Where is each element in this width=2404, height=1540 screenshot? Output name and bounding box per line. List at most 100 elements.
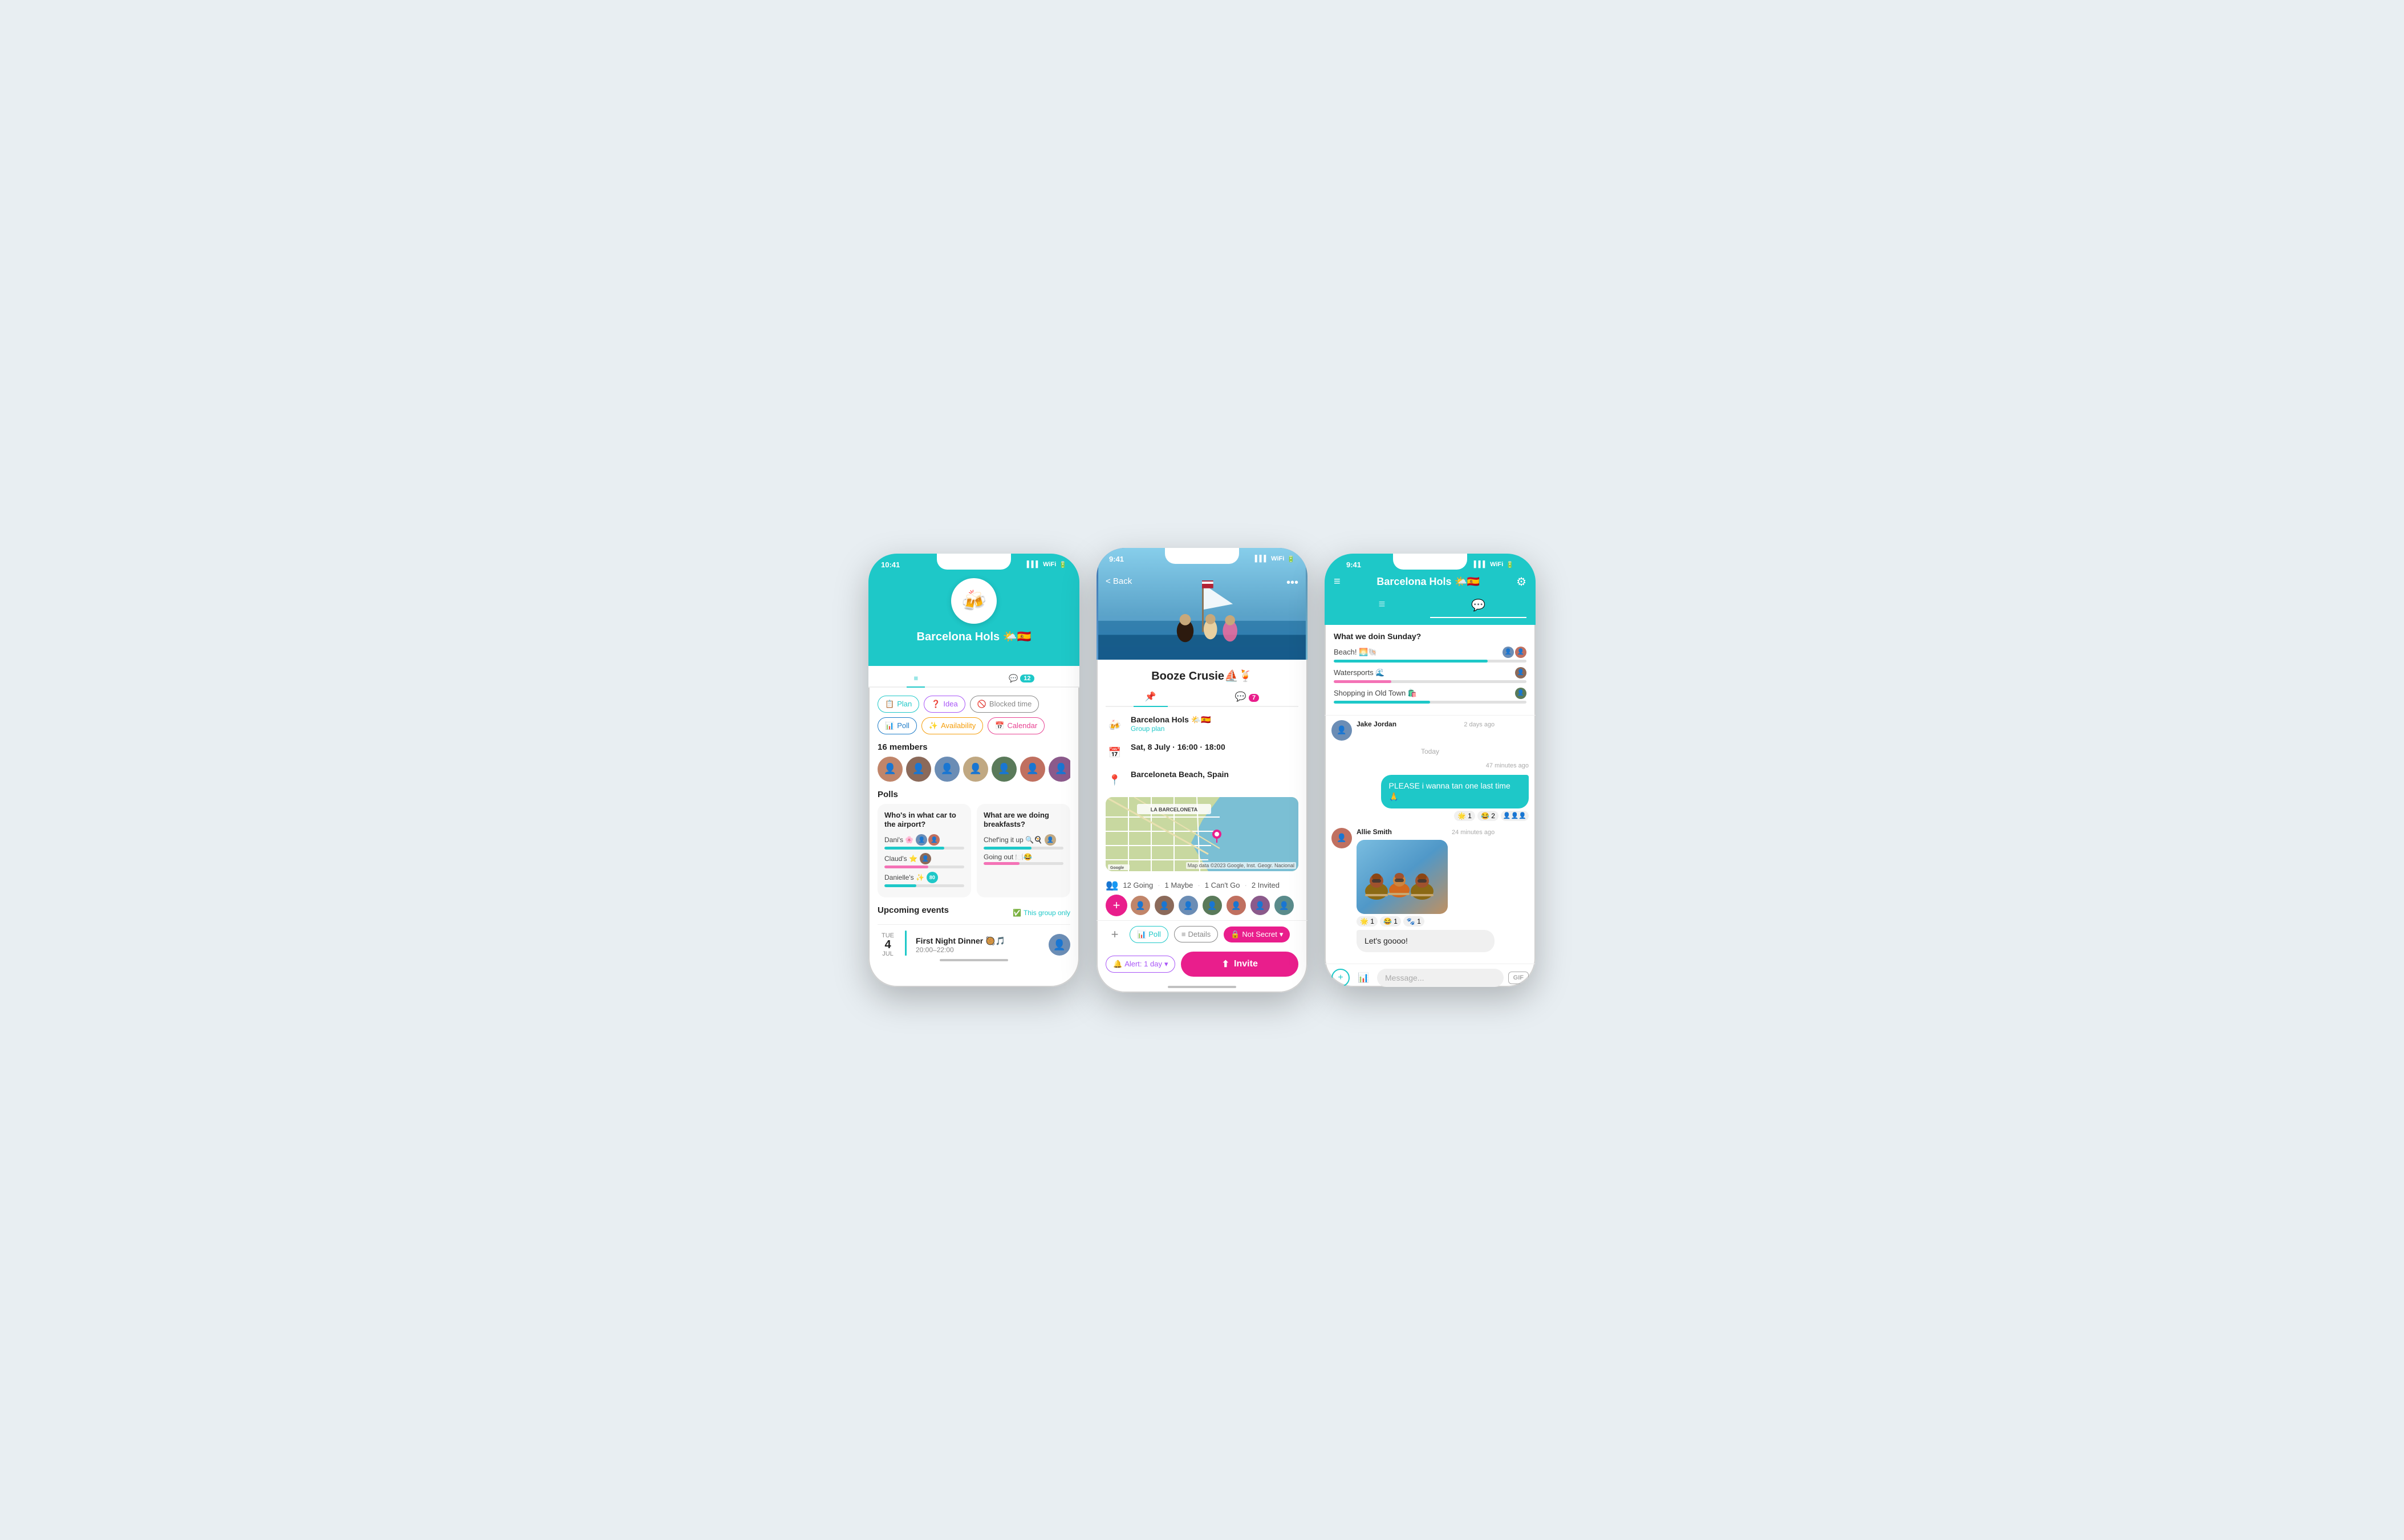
member-1: 👤 [878,757,903,782]
poll1-opt2: Claud's ⭐ 👤 [884,853,964,868]
member-6: 👤 [1020,757,1045,782]
today-label: Today [1331,747,1529,755]
event-hero-image: 9:41 ▌▌▌ WiFi 🔋 < Back ••• [1097,548,1307,660]
sent-time-row: 47 minutes ago [1331,760,1529,770]
add-attendee-btn[interactable]: + [1106,895,1127,916]
phone3-tabs: ≡ 💬 [1334,594,1526,618]
chat-tab-messages[interactable]: 💬 [1430,594,1526,618]
map-container[interactable]: LA BARCELONETA Google Map data ©2023 Goo… [1106,797,1298,871]
share-icon: ⬆ [1222,958,1229,970]
alert-btn[interactable]: 🔔 Alert: 1 day ▾ [1106,956,1175,973]
att-5: 👤 [1225,895,1247,916]
btn-poll[interactable]: 📊 Poll [878,717,917,734]
att-3: 👤 [1177,895,1199,916]
btn-blocked[interactable]: 🚫 Blocked time [970,696,1039,713]
pin-tab[interactable]: 📌 [1134,688,1168,707]
notch-2 [1165,548,1239,564]
settings-icon[interactable]: ⚙ [1516,575,1526,589]
attendee-avatars: + 👤 👤 👤 👤 👤 👤 👤 [1106,895,1298,916]
polls-title: Polls [878,790,1070,799]
footer-poll-btn[interactable]: 📊 Poll [1130,926,1168,943]
detail-group: 🍻 Barcelona Hols 🌤️🇪🇸 Group plan [1106,715,1298,734]
svg-text:LA BARCELONETA: LA BARCELONETA [1151,807,1198,812]
gif-btn[interactable]: GIF [1508,972,1529,984]
bell-icon: 🔔 [1113,960,1122,969]
svg-text:Google: Google [1110,866,1124,870]
btn-calendar[interactable]: 📅 Calendar [988,717,1045,734]
allie-name: Allie Smith [1357,828,1392,836]
this-group-badge: ✅ This group only [1013,909,1070,917]
phone-2: 9:41 ▌▌▌ WiFi 🔋 < Back ••• Booze Crusie⛵… [1097,548,1307,993]
tab-list[interactable]: ≡ [907,671,925,688]
jake-name: Jake Jordan [1357,720,1396,728]
poll-preview: What we doin Sunday? Beach! 🌅🐚 👤 👤 [1325,625,1536,716]
footer-add-btn[interactable]: + [1106,925,1124,944]
member-2: 👤 [906,757,931,782]
polls-section: Polls Who's in what car to the airport? … [878,790,1070,898]
footer-details-btn[interactable]: ≡ Details [1174,926,1218,942]
msg-row-sent: PLEASE i wanna tan one last time 🙏 🌟 1 😂… [1331,775,1529,821]
poll2-question: What are we doing breakfasts? [984,811,1063,830]
phone2-footer-1: + 📊 Poll ≡ Details 🔒 Not Secret ▾ [1097,920,1307,948]
members-row: 👤 👤 👤 👤 👤 👤 👤 👤 [878,757,1070,782]
btn-idea[interactable]: ❓ Idea [924,696,965,713]
chat-messages: 👤 Jake Jordan 2 days ago Today 47 minute… [1325,716,1536,964]
detail-location: 📍 Barceloneta Beach, Spain [1106,770,1298,789]
add-chat-btn[interactable]: + [1331,969,1350,986]
back-button[interactable]: < Back [1106,576,1132,586]
poll-opt-2: Watersports 🌊 👤 [1334,667,1526,683]
alert-chevron-icon: ▾ [1164,960,1168,969]
btn-plan[interactable]: 📋 Plan [878,696,919,713]
chat-tab-list[interactable]: ≡ [1334,594,1430,618]
invite-btn[interactable]: ⬆ Invite [1181,952,1298,977]
allie-reactions: 🌟 1 😂 1 🐾 1 [1357,916,1495,927]
home-indicator-2 [1168,986,1236,988]
chat-header-row: ≡ Barcelona Hols 🌤️🇪🇸 ⚙ [1334,572,1526,589]
message-input[interactable]: Message... [1377,969,1504,986]
chat-image [1357,840,1448,914]
att-6: 👤 [1249,895,1271,916]
chevron-down-icon: ▾ [1280,930,1284,939]
wifi-icon: WiFi [1043,561,1056,568]
att-2: 👤 [1154,895,1175,916]
more-button[interactable]: ••• [1286,576,1298,590]
detail-date: 📅 Sat, 8 July · 16:00 · 18:00 [1106,742,1298,762]
chat-tab-2[interactable]: 💬 7 [1224,688,1271,707]
chat-badge-2: 7 [1249,694,1259,702]
time-1: 10:41 [881,560,900,569]
calendar-icon-2: 📅 [1106,743,1124,762]
poll-opt-3: Shopping in Old Town 🛍️ 👤 [1334,688,1526,704]
allie-avatar: 👤 [1331,828,1352,848]
wifi-icon-2: WiFi [1271,555,1284,562]
members-title: 16 members [878,742,1070,752]
polls-grid: Who's in what car to the airport? Dani's… [878,804,1070,898]
poll2-opt2: Going out 🍽️😂 [984,853,1063,865]
phone-3: 9:41 ▌▌▌ WiFi 🔋 ≡ Barcelona Hols 🌤️🇪🇸 ⚙ … [1325,554,1536,987]
notch-3 [1393,554,1467,570]
invited-text: 2 Invited [1252,881,1280,889]
chat-badge-1: 12 [1020,674,1034,682]
sent-reactions: 🌟 1 😂 2 👤👤👤 [1381,811,1529,821]
btn-avail[interactable]: ✨ Availability [921,717,983,734]
msg-row-jake: 👤 Jake Jordan 2 days ago [1331,720,1529,741]
footer-not-secret-btn[interactable]: 🔒 Not Secret ▾ [1224,927,1290,942]
phone2-tabs: 📌 💬 7 [1106,688,1298,707]
check-circle-icon: ✅ [1013,909,1021,917]
time-3: 9:41 [1346,560,1361,569]
phone2-content: Booze Crusie⛵🍹 📌 💬 7 🍻 Barcelona Hols 🌤️… [1097,660,1307,920]
tab-chat[interactable]: 💬 12 [1002,671,1041,688]
blocked-icon: 🚫 [977,700,986,709]
att-7: 👤 [1273,895,1295,916]
chat-icon: 💬 [1009,674,1018,683]
jake-avatar: 👤 [1331,720,1352,741]
poll1-question: Who's in what car to the airport? [884,811,964,830]
phone-1: 10:41 ▌▌▌ WiFi 🔋 🍻 Barcelona Hols 🌤️🇪🇸 ≡ [868,554,1079,987]
map-credit: Map data ©2023 Google, Inst. Geogr. Naci… [1186,862,1296,869]
phones-container: 10:41 ▌▌▌ WiFi 🔋 🍻 Barcelona Hols 🌤️🇪🇸 ≡ [868,548,1536,993]
chart-btn[interactable]: 📊 [1354,969,1372,986]
menu-icon[interactable]: ≡ [1334,575,1341,588]
upcoming-header: Upcoming events ✅ This group only [878,905,1070,920]
signal-icon-2: ▌▌▌ [1255,555,1268,562]
att-4: 👤 [1201,895,1223,916]
details-icon: ≡ [1181,930,1186,938]
